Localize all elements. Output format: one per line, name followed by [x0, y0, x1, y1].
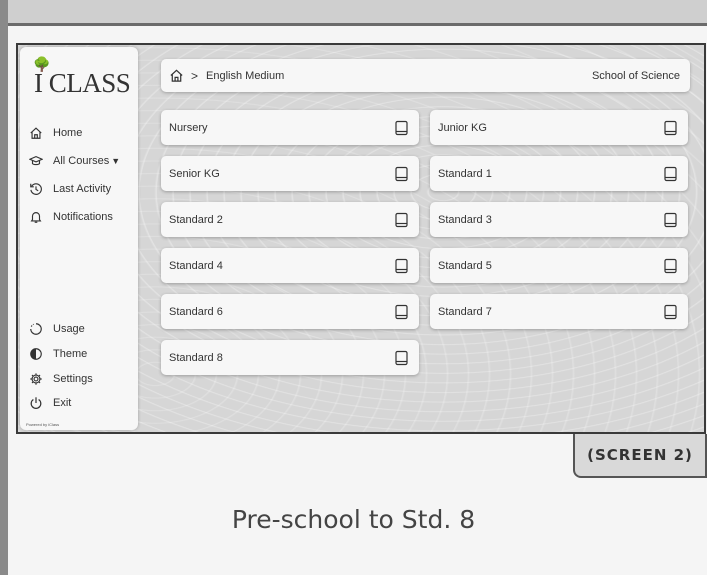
course-card-label: Junior KG [438, 121, 487, 134]
book-icon [394, 166, 409, 182]
breadcrumb-current[interactable]: English Medium [206, 70, 284, 82]
breadcrumb: > English Medium School of Science [161, 59, 690, 92]
book-icon [394, 212, 409, 228]
course-card-label: Standard 7 [438, 305, 492, 318]
top-strip [0, 0, 707, 26]
book-icon [663, 258, 678, 274]
usage-icon [28, 321, 44, 337]
home-icon [28, 125, 44, 141]
sidebar-item-all-courses[interactable]: All Courses ▼ [28, 152, 136, 170]
app-screen: 🌳 I CLASS Home All Courses ▼ Last Activi… [16, 43, 706, 434]
sidebar-item-label: Usage [53, 323, 85, 335]
course-card-standard-3[interactable]: Standard 3 [430, 202, 688, 237]
sidebar-item-home[interactable]: Home [28, 124, 136, 142]
theme-icon [28, 346, 44, 362]
left-border [0, 0, 8, 575]
course-card-label: Standard 4 [169, 259, 223, 272]
course-card-junior-kg[interactable]: Junior KG [430, 110, 688, 145]
course-card-label: Nursery [169, 121, 208, 134]
gear-icon [28, 371, 44, 387]
sidebar-item-label: Notifications [53, 211, 113, 223]
sidebar: 🌳 I CLASS Home All Courses ▼ Last Activi… [20, 47, 138, 430]
power-icon [28, 395, 44, 411]
book-icon [394, 120, 409, 136]
course-card-label: Standard 3 [438, 213, 492, 226]
powered-by: Powered by iClass [26, 422, 60, 427]
course-card-nursery[interactable]: Nursery [161, 110, 419, 145]
app-logo: 🌳 I CLASS [32, 55, 131, 103]
book-icon [394, 304, 409, 320]
book-icon [663, 304, 678, 320]
course-card-label: Standard 1 [438, 167, 492, 180]
sidebar-item-label: Settings [53, 373, 93, 385]
book-icon [394, 350, 409, 366]
course-card-label: Standard 6 [169, 305, 223, 318]
sidebar-item-usage[interactable]: Usage [28, 320, 136, 338]
course-card-standard-7[interactable]: Standard 7 [430, 294, 688, 329]
sidebar-item-label: Theme [53, 348, 88, 360]
course-card-label: Standard 2 [169, 213, 223, 226]
screen-tag: (SCREEN 2) [573, 434, 707, 478]
bell-icon [28, 209, 44, 225]
sidebar-item-theme[interactable]: Theme [28, 345, 136, 363]
course-card-label: Standard 8 [169, 351, 223, 364]
course-card-standard-6[interactable]: Standard 6 [161, 294, 419, 329]
course-card-standard-5[interactable]: Standard 5 [430, 248, 688, 283]
course-card-standard-2[interactable]: Standard 2 [161, 202, 419, 237]
history-icon [28, 181, 44, 197]
sidebar-item-settings[interactable]: Settings [28, 370, 136, 388]
sidebar-item-exit[interactable]: Exit [28, 394, 136, 412]
course-card-label: Senior KG [169, 167, 220, 180]
course-card-label: Standard 5 [438, 259, 492, 272]
breadcrumb-separator: > [191, 68, 199, 83]
breadcrumb-home-icon[interactable] [169, 68, 185, 84]
graduation-cap-icon [28, 153, 44, 169]
sidebar-item-label: All Courses [53, 155, 110, 167]
course-card-standard-4[interactable]: Standard 4 [161, 248, 419, 283]
sidebar-item-label: Last Activity [53, 183, 112, 195]
course-card-standard-1[interactable]: Standard 1 [430, 156, 688, 191]
course-card-senior-kg[interactable]: Senior KG [161, 156, 419, 191]
sidebar-item-notifications[interactable]: Notifications [28, 208, 136, 226]
book-icon [663, 166, 678, 182]
school-name[interactable]: School of Science [592, 70, 680, 82]
course-card-standard-8[interactable]: Standard 8 [161, 340, 419, 375]
caption: Pre-school to Std. 8 [231, 505, 476, 534]
book-icon [663, 212, 678, 228]
chevron-down-icon[interactable]: ▼ [111, 156, 120, 166]
sidebar-item-last-activity[interactable]: Last Activity [28, 180, 136, 198]
book-icon [394, 258, 409, 274]
book-icon [663, 120, 678, 136]
sidebar-item-label: Home [53, 127, 83, 139]
logo-text: I CLASS [34, 68, 131, 98]
sidebar-item-label: Exit [53, 397, 72, 409]
